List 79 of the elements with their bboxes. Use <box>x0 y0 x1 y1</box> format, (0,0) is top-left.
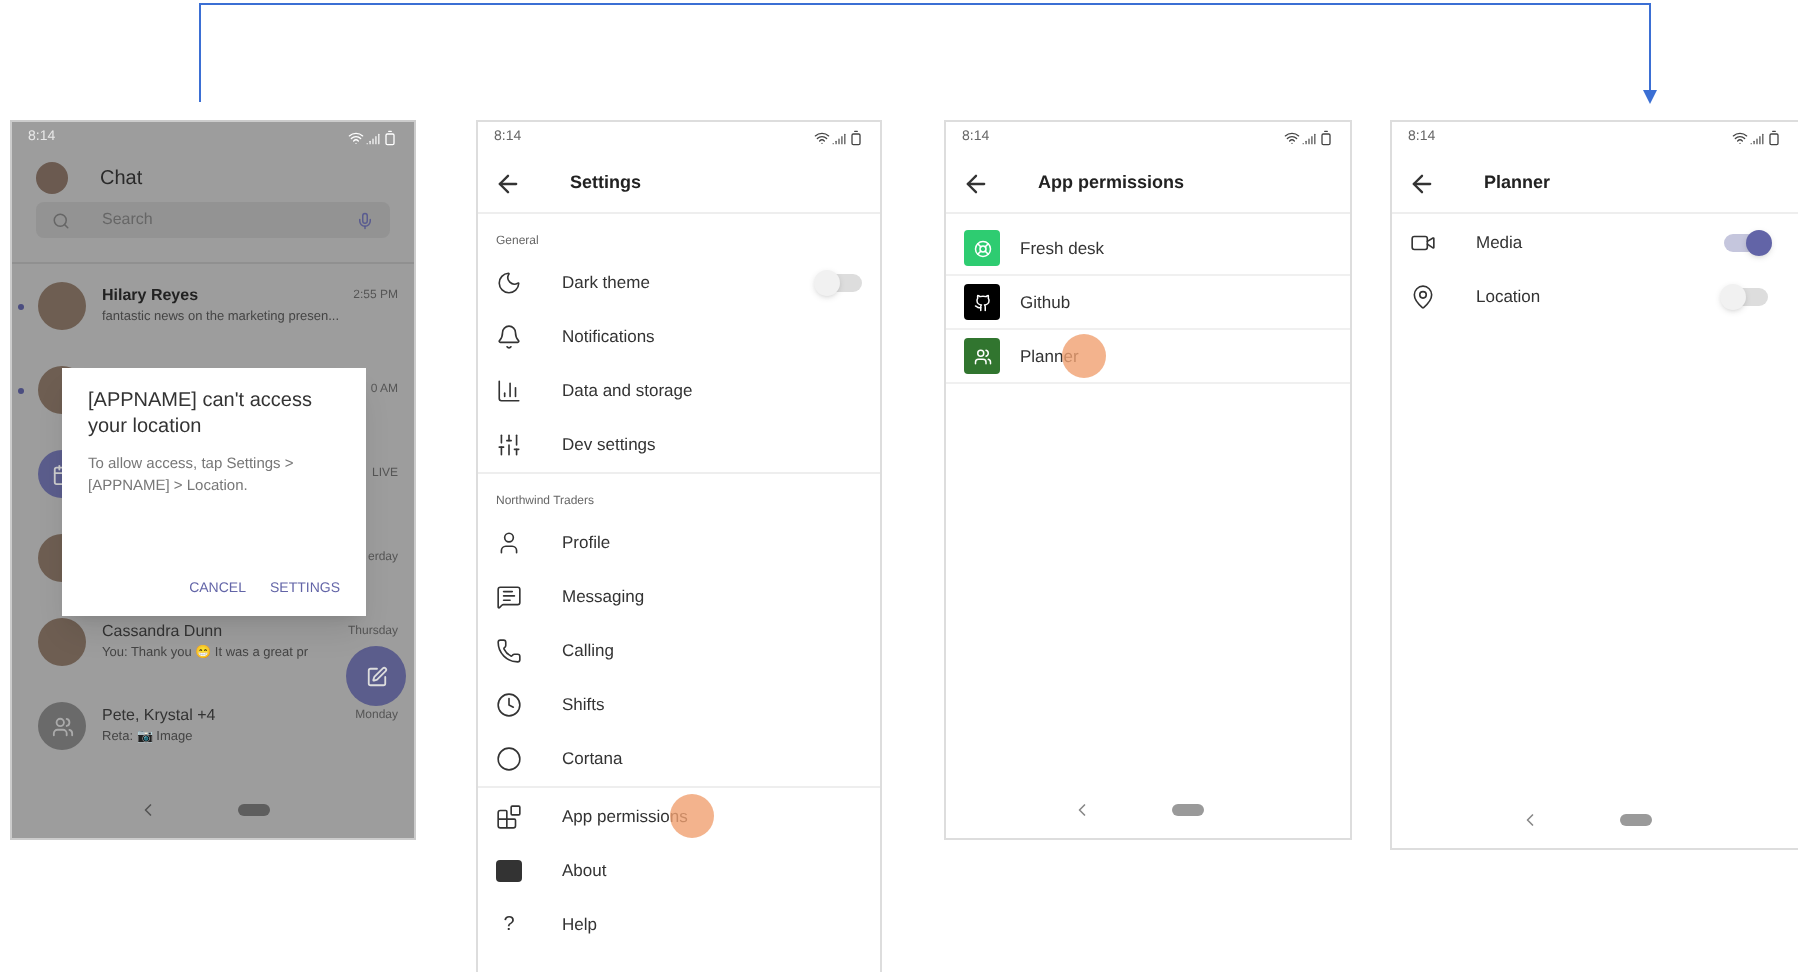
settings-label: Help <box>562 912 597 938</box>
settings-item[interactable]: Notifications <box>478 310 880 364</box>
blocks-icon <box>496 804 522 830</box>
contact-name: Hilary Reyes <box>102 284 199 309</box>
settings-label: Cortana <box>562 746 623 772</box>
battery-icon <box>382 130 398 146</box>
question-mark-icon: ? <box>496 910 522 940</box>
app-item[interactable]: Github <box>946 276 1350 330</box>
settings-label: Data and storage <box>562 378 693 404</box>
contact-name: Pete, Krystal +4 <box>102 704 216 729</box>
settings-label: Notifications <box>562 324 655 350</box>
settings-item[interactable]: Dev settings <box>478 418 880 472</box>
settings-item[interactable]: Profile <box>478 516 880 570</box>
settings-label: Shifts <box>562 692 605 718</box>
message-icon <box>496 584 522 610</box>
app-label: Fresh desk <box>1020 235 1105 261</box>
toggle-switch[interactable] <box>1724 234 1768 252</box>
screen-title: App permissions <box>1038 169 1185 196</box>
compose-button[interactable] <box>346 646 406 706</box>
mic-icon[interactable] <box>356 211 374 229</box>
settings-item[interactable]: Data and storage <box>478 364 880 418</box>
wifi-icon <box>1284 130 1300 146</box>
battery-icon <box>1318 130 1334 146</box>
settings-item[interactable]: Calling <box>478 624 880 678</box>
settings-label: Dev settings <box>562 432 656 458</box>
permission-item[interactable]: Location <box>1392 270 1798 324</box>
bell-icon <box>496 324 522 350</box>
contact-name: Cassandra Dunn <box>102 620 223 645</box>
settings-item[interactable]: ? Help <box>478 898 880 952</box>
settings-label: Messaging <box>562 584 645 610</box>
permission-label: Location <box>1476 284 1543 310</box>
settings-label: Profile <box>562 530 611 556</box>
bar-chart-icon <box>496 378 522 404</box>
screen-title: Planner <box>1484 169 1551 196</box>
app-label: Github <box>1020 289 1071 315</box>
settings-label: Dark theme <box>562 270 650 296</box>
wifi-icon <box>348 130 364 146</box>
ring-icon <box>496 746 522 772</box>
battery-icon <box>848 130 864 146</box>
person-icon <box>496 530 522 556</box>
settings-item[interactable]: Dark theme <box>478 256 880 310</box>
settings-item[interactable]: Cortana <box>478 732 880 786</box>
map-pin-icon <box>1410 284 1436 310</box>
github-icon <box>973 293 991 311</box>
screen-title: Chat <box>100 165 143 193</box>
back-arrow-icon[interactable] <box>1408 169 1436 197</box>
wifi-icon <box>814 130 830 146</box>
toggle-switch[interactable] <box>1724 288 1768 306</box>
settings-label: About <box>562 858 607 884</box>
settings-item[interactable]: Messaging <box>478 570 880 624</box>
home-pill[interactable] <box>237 804 269 816</box>
signal-icon <box>366 131 380 145</box>
group-avatar <box>38 702 86 750</box>
search-icon <box>52 211 70 229</box>
app-item[interactable]: Fresh desk <box>946 222 1350 276</box>
signal-icon <box>832 131 846 145</box>
sliders-icon <box>496 432 522 458</box>
moon-icon <box>496 270 522 296</box>
toggle-switch[interactable] <box>818 274 862 292</box>
signal-icon <box>1750 131 1764 145</box>
compose-icon <box>365 665 387 687</box>
home-pill[interactable] <box>1172 804 1204 816</box>
settings-item[interactable]: About <box>478 844 880 898</box>
screen-title: Settings <box>570 169 642 196</box>
clock-icon <box>496 692 522 718</box>
home-pill[interactable] <box>1619 814 1651 826</box>
battery-icon <box>1766 130 1782 146</box>
people-icon <box>973 347 991 365</box>
permission-item[interactable]: Media <box>1392 216 1798 270</box>
avatar-icon[interactable] <box>36 162 68 194</box>
video-camera-icon <box>1410 230 1436 256</box>
settings-label: Calling <box>562 638 614 664</box>
signal-icon <box>1302 131 1316 145</box>
permission-label: Media <box>1476 230 1525 256</box>
phone-icon <box>496 638 522 664</box>
wifi-icon <box>1732 130 1748 146</box>
dialog-title: [APPNAME] can't access your location <box>88 388 314 440</box>
settings-item[interactable]: Shifts <box>478 678 880 732</box>
lifebuoy-icon <box>973 239 991 257</box>
